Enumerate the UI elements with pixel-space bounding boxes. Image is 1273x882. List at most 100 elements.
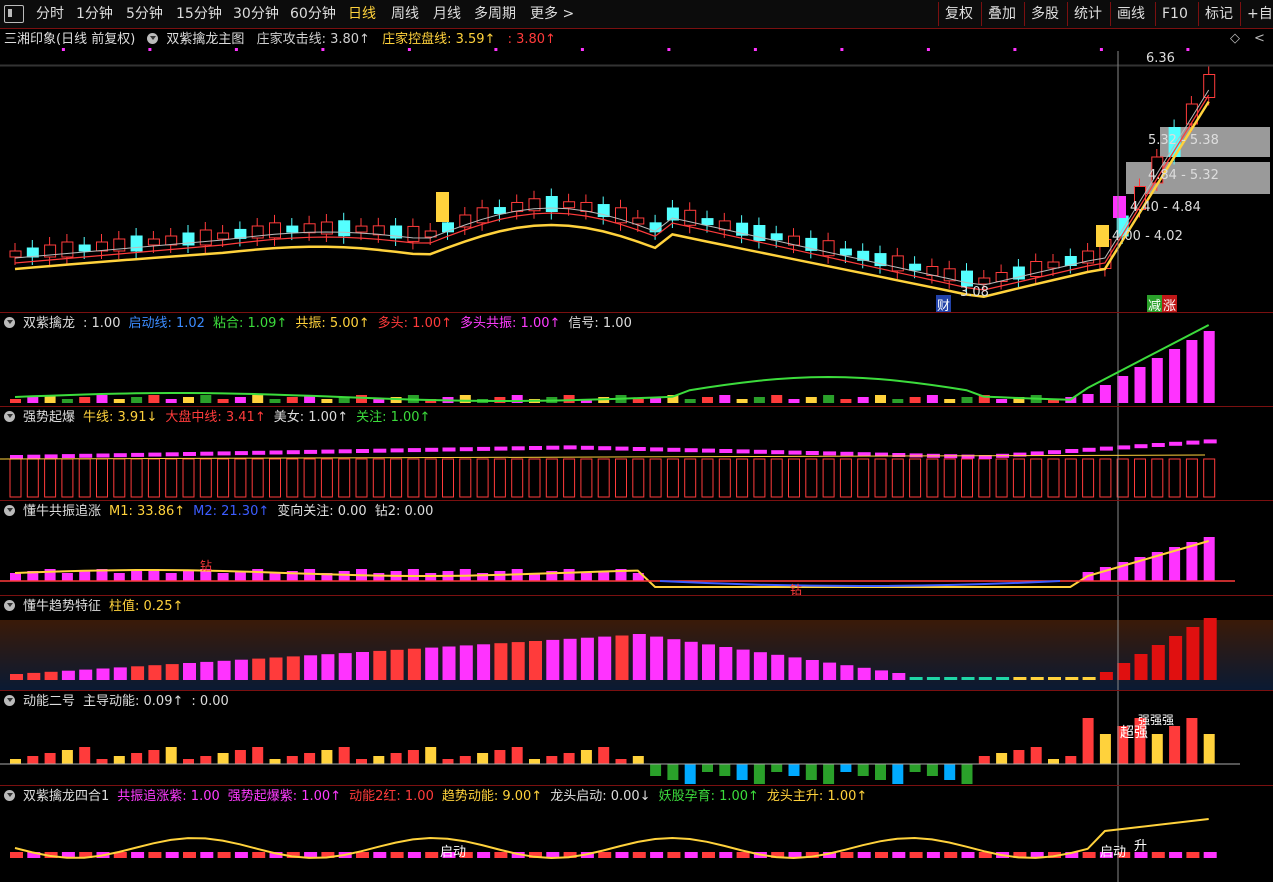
indicator-tick	[753, 449, 767, 454]
top-marker	[840, 48, 844, 51]
panel-title[interactable]: 懂牛趋势特征	[23, 599, 101, 614]
panel-title[interactable]: 双紫擒龙	[23, 316, 75, 331]
indicator-bar	[788, 399, 800, 403]
indicator-bar	[909, 397, 921, 403]
indicator-bar	[943, 458, 956, 498]
dropdown-icon[interactable]	[4, 695, 15, 706]
chevron-left-icon[interactable]: <	[1254, 31, 1265, 46]
indicator-tick	[598, 446, 612, 451]
period-tab-5min[interactable]: 5分钟	[126, 0, 163, 28]
panel-title[interactable]: 动能二号	[23, 694, 75, 709]
indicator-bar	[131, 397, 143, 403]
indicator-bar	[996, 753, 1008, 764]
indicator-bar	[424, 458, 437, 498]
period-tab-1min[interactable]: 1分钟	[76, 0, 113, 28]
indicator-bar	[718, 458, 731, 498]
button-add-watchlist[interactable]: +自选	[1240, 2, 1273, 26]
indicator-bar	[217, 458, 230, 498]
indicator-dropdown-icon[interactable]	[147, 33, 159, 44]
indicator-bar	[926, 852, 940, 858]
diamond-icon[interactable]: ◇	[1230, 31, 1240, 46]
indicator-bar	[200, 756, 212, 764]
button-draw[interactable]: 画线	[1110, 2, 1151, 26]
indicator-bar	[875, 670, 888, 680]
indicator-bar	[909, 677, 923, 680]
button-multi-stock[interactable]: 多股	[1024, 2, 1065, 26]
period-tab-60min[interactable]: 60分钟	[290, 0, 336, 28]
indicator-bar	[252, 395, 264, 403]
indicator-bar	[1082, 458, 1095, 498]
candle-body	[770, 233, 783, 241]
indicator-panel-siheyi[interactable]: 双紫擒龙四合1 共振追涨紫: 1.00 强势起爆紫: 1.00↑ 动能2红: 1.00…	[0, 786, 1273, 882]
period-tab-daily[interactable]: 日线	[348, 0, 376, 28]
panel-header: 双紫擒龙: 1.00 启动线: 1.02 粘合: 1.09↑ 共振: 5.00↑ 多头:…	[4, 315, 640, 333]
period-tab-monthly[interactable]: 月线	[433, 0, 461, 28]
indicator-bar	[961, 677, 975, 680]
indicator-panel-dongneng[interactable]: 动能二号 主导动能: 0.09↑: 0.00 超强 强强强	[0, 691, 1273, 786]
indicator-bar	[1030, 677, 1044, 680]
indicator-bar	[1048, 677, 1061, 680]
button-f10[interactable]: F10	[1155, 2, 1194, 26]
indicator-bar	[891, 458, 904, 498]
more-menu[interactable]: 更多 >	[530, 0, 574, 28]
dropdown-icon[interactable]	[4, 505, 15, 516]
period-tab-15min[interactable]: 15分钟	[176, 0, 222, 28]
indicator-bar	[252, 569, 264, 581]
dropdown-icon[interactable]	[4, 790, 15, 801]
indicator-bar	[79, 397, 91, 403]
button-stats[interactable]: 统计	[1067, 2, 1108, 26]
menu-icon[interactable]	[4, 5, 24, 23]
indicator-bar	[373, 650, 387, 680]
indicator-bar	[425, 647, 439, 680]
indicator-bar	[1134, 367, 1146, 403]
indicator-panel-qiangshi[interactable]: 强势起爆 牛线: 3.91↓ 大盘中线: 3.41↑ 美女: 1.00↑ 关注: 1.0…	[0, 407, 1273, 501]
period-tab-30min[interactable]: 30分钟	[233, 0, 279, 28]
panel-title[interactable]: 懂牛共振追涨	[23, 504, 101, 519]
main-chart-panel[interactable]: 三湘印象(日线 前复权) 双紫擒龙主图 庄家攻击线: 3.80↑ 庄家控盘线: …	[0, 29, 1273, 313]
indicator-tick	[511, 446, 525, 451]
indicator-bar	[442, 759, 454, 764]
indicator-name[interactable]: 双紫擒龙主图	[166, 32, 244, 47]
indicator-bar	[1134, 458, 1146, 498]
indicator-bar	[96, 458, 108, 498]
indicator-bar	[476, 458, 489, 498]
indicator-bar	[736, 458, 749, 498]
indicator-bar	[61, 573, 73, 581]
indicator-bar	[373, 399, 385, 403]
indicator-bar	[944, 677, 958, 680]
ma-control-line	[14, 100, 1210, 298]
indicator-panel-trend[interactable]: 懂牛趋势特征 柱值: 0.25↑	[0, 596, 1273, 691]
indicator-tick	[494, 446, 508, 451]
indicator-bar	[961, 397, 973, 403]
indicator-tick	[771, 450, 785, 455]
candle-body	[199, 229, 212, 246]
indicator-tick	[304, 449, 318, 454]
indicator-bar	[875, 395, 886, 403]
indicator-panel-shuangzi[interactable]: 双紫擒龙: 1.00 启动线: 1.02 粘合: 1.09↑ 共振: 5.00↑ 多头:…	[0, 313, 1273, 407]
indicator-bar	[356, 395, 367, 403]
button-overlay[interactable]: 叠加	[981, 2, 1022, 26]
indicator-tick	[1151, 443, 1165, 447]
indicator-panel-gongzhen[interactable]: 懂牛共振追涨 M1: 33.86↑ M2: 21.30↑ 变向关注: 0.00 钻2: …	[0, 501, 1273, 596]
button-adjust[interactable]: 复权	[938, 2, 979, 26]
period-tab-minute[interactable]: 分时	[36, 0, 64, 28]
dropdown-icon[interactable]	[4, 317, 15, 328]
period-tab-multi[interactable]: 多周期	[474, 0, 516, 28]
ma-red-line	[14, 94, 1210, 291]
indicator-tick	[1186, 440, 1200, 445]
button-mark[interactable]: 标记	[1198, 2, 1239, 26]
panel-title[interactable]: 双紫擒龙四合1	[23, 789, 109, 804]
indicator-bar	[1048, 759, 1059, 764]
panel-title[interactable]: 强势起爆	[23, 410, 75, 425]
indicator-bar	[304, 655, 318, 680]
dropdown-icon[interactable]	[4, 411, 15, 422]
indicator-bar	[130, 458, 143, 498]
candle-body	[493, 207, 506, 215]
candlestick-chart[interactable]	[0, 29, 1273, 312]
dropdown-icon[interactable]	[4, 600, 15, 611]
period-tab-weekly[interactable]: 周线	[391, 0, 419, 28]
indicator-bar	[148, 395, 160, 403]
candle-body	[217, 232, 230, 240]
indicator-bar	[580, 750, 592, 764]
indicator-bar	[44, 671, 58, 680]
